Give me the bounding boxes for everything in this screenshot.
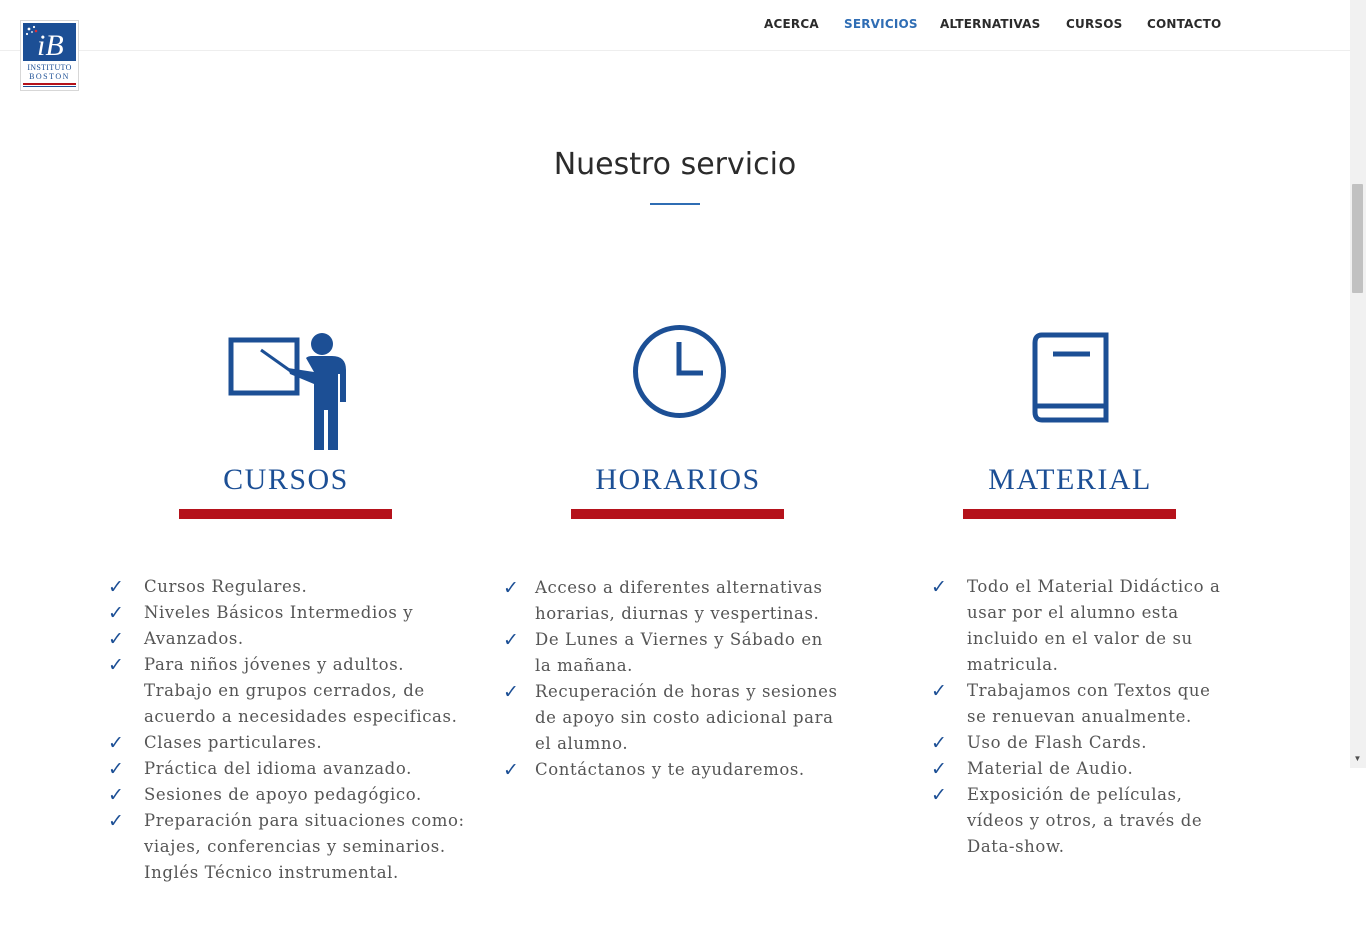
nav-contacto[interactable]: CONTACTO — [1147, 17, 1221, 31]
check-icon: ✓ — [108, 758, 125, 780]
list-item: ✓ Práctica del idioma avanzado. — [108, 758, 412, 780]
nav-alternativas[interactable]: ALTERNATIVAS — [940, 17, 1040, 31]
list-item: ✓ Avanzados. — [108, 628, 244, 650]
teacher-icon — [228, 333, 346, 450]
list-item: ✓ Para niños jóvenes y adultos. — [108, 654, 405, 676]
list-material: ✓ Todo el Material Didáctico a usar por e… — [931, 574, 1221, 860]
list-horarios: ✓ Acceso a diferentes alternativas horari… — [503, 575, 843, 783]
list-item: ✓ Exposición de películas, vídeos y otros… — [931, 784, 1203, 856]
heading-underline-horarios — [571, 509, 784, 519]
check-icon: ✓ — [931, 784, 948, 806]
list-item: ✓ Acceso a diferentes alternativas horari… — [503, 577, 823, 623]
heading-horarios: HORARIOS — [595, 463, 761, 496]
list-item: ✓ Material de Audio. — [931, 758, 1134, 780]
list-item: ✓ Contáctanos y te ayudaremos. — [503, 759, 805, 781]
check-icon: ✓ — [931, 576, 948, 598]
page-scrollbar[interactable]: ▼ — [1350, 0, 1366, 768]
heading-underline-material — [963, 509, 1176, 519]
check-icon: ✓ — [503, 681, 520, 703]
nav-cursos[interactable]: CURSOS — [1066, 17, 1122, 31]
check-icon: ✓ — [503, 577, 520, 599]
scrollbar-thumb[interactable] — [1352, 184, 1363, 293]
list-item: ✓ Todo el Material Didáctico a usar por e… — [931, 576, 1221, 674]
logo-emblem: iB — [23, 23, 76, 61]
logo-blue-stripe — [23, 86, 76, 87]
check-icon: ✓ — [931, 680, 948, 702]
list-item: ✓ Clases particulares. — [108, 732, 323, 754]
heading-cursos: CURSOS — [223, 463, 349, 496]
check-icon: ✓ — [108, 784, 125, 806]
check-icon: ✓ — [503, 629, 520, 651]
list-item: ✓ Niveles Básicos Intermedios y — [108, 602, 414, 624]
check-icon: ✓ — [108, 732, 125, 754]
list-item: ✓ De Lunes a Viernes y Sábado en la mañan… — [503, 629, 823, 675]
check-icon: ✓ — [503, 759, 520, 781]
logo-red-stripe — [23, 83, 76, 85]
list-item: ✓ Uso de Flash Cards. — [931, 732, 1148, 754]
logo-monogram: iB — [37, 29, 64, 61]
heading-material: MATERIAL — [988, 463, 1152, 496]
logo-text-boston: BOSTON — [29, 72, 70, 81]
section-title: Nuestro servicio — [553, 147, 797, 182]
site-header: ACERCA SERVICIOS ALTERNATIVAS CURSOS CON… — [0, 0, 1350, 51]
check-icon: ✓ — [108, 628, 125, 650]
logo-text-instituto: INSTITUTO — [27, 63, 72, 72]
list-item: ✓ Sesiones de apoyo pedagógico. — [108, 784, 422, 806]
check-icon: ✓ — [931, 758, 948, 780]
list-item: ✓ Preparación para situaciones como: viaj… — [108, 810, 465, 856]
site-logo[interactable]: iB INSTITUTO BOSTON — [20, 20, 79, 91]
nav-servicios[interactable]: SERVICIOS — [844, 17, 918, 31]
check-icon: ✓ — [108, 576, 125, 598]
list-item: ✓ Cursos Regulares. — [108, 576, 308, 598]
clock-icon — [633, 325, 726, 418]
check-icon: ✓ — [108, 654, 125, 676]
check-icon: ✓ — [108, 810, 125, 832]
nav-acerca[interactable]: ACERCA — [764, 17, 819, 31]
list-cursos: ✓ Cursos Regulares. ✓ Niveles Básicos Inte… — [108, 574, 478, 886]
list-item: ✓ Trabajamos con Textos que se renuevan a… — [931, 680, 1211, 726]
check-icon: ✓ — [931, 732, 948, 754]
title-underline — [650, 203, 700, 205]
check-icon: ✓ — [108, 602, 125, 624]
list-item: Trabajo en grupos cerrados, de acuerdo a… — [144, 681, 458, 726]
scroll-down-arrow-icon[interactable]: ▼ — [1352, 754, 1363, 764]
list-item: ✓ Recuperación de horas y sesiones de apo… — [503, 681, 838, 753]
heading-underline-cursos — [179, 509, 392, 519]
list-item: Inglés Técnico instrumental. — [144, 863, 399, 882]
book-icon — [1032, 332, 1109, 423]
